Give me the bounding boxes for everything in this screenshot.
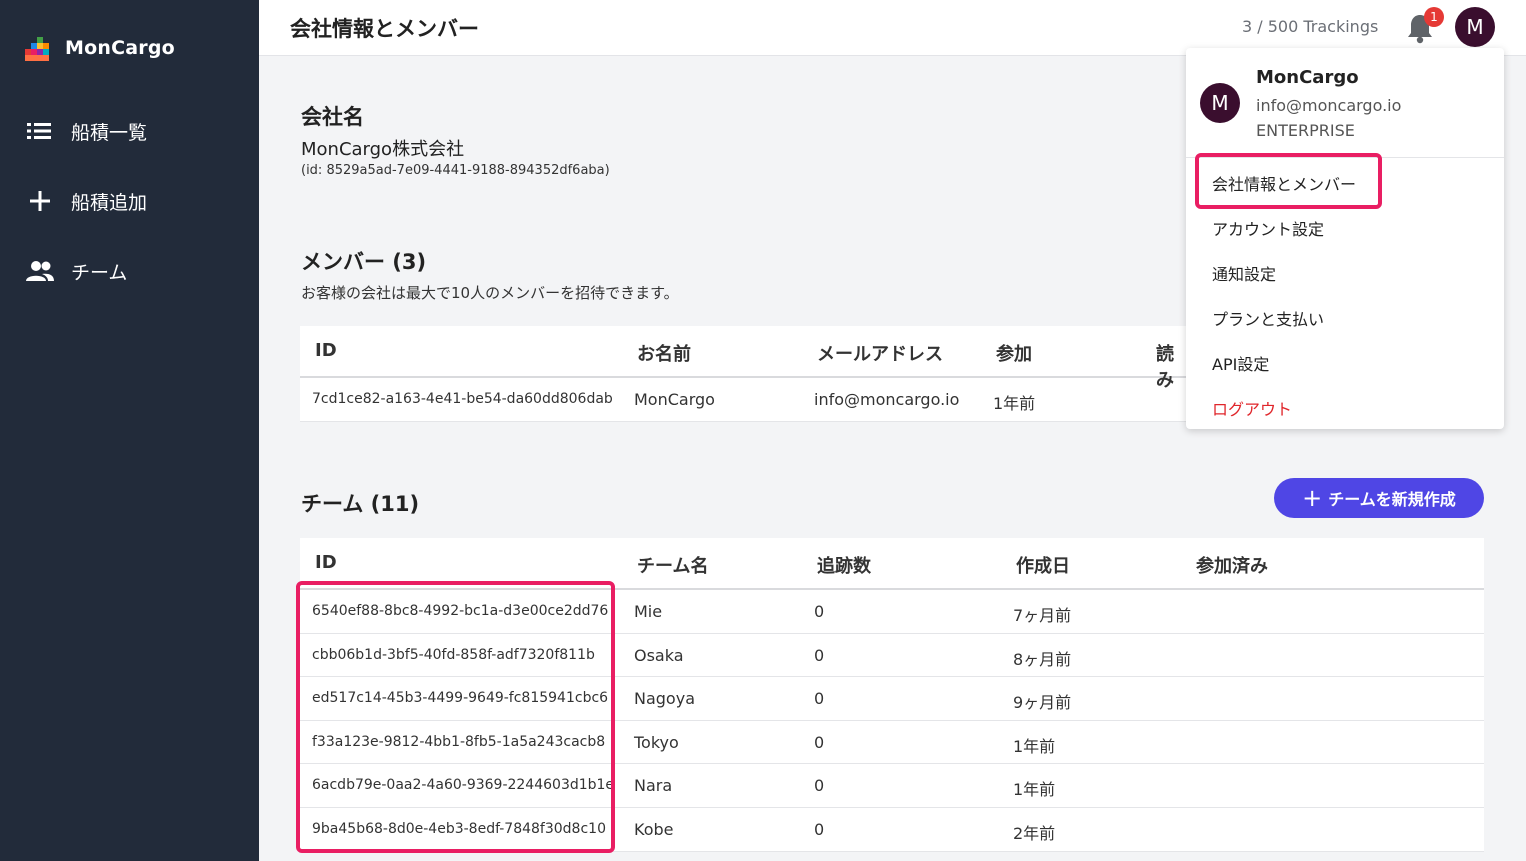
members-description: お客様の会社は最大で10人のメンバーを招待できます。 [301,284,679,302]
page-title: 会社情報とメンバー [290,17,479,41]
team-id: ed517c14-45b3-4499-9649-fc815941cbc6 [312,690,609,707]
table-row[interactable]: 7cd1ce82-a163-4e41-be54-da60dd806dab Mon… [300,378,1190,422]
tracking-usage: 3 / 500 Trackings [1242,17,1379,36]
teams-heading: チーム (11) [301,492,420,516]
plus-icon: + [1302,484,1323,512]
company-id: (id: 8529a5ad-7e09-4441-9188-894352df6ab… [301,163,610,178]
team-created: 7ヶ月前 [1013,606,1072,625]
menu-item-api-settings[interactable]: API設定 [1212,351,1269,375]
team-name: Tokyo [634,732,679,752]
table-row[interactable]: ed517c14-45b3-4499-9649-fc815941cbc6 Nag… [300,677,1484,721]
company-heading: 会社名 [301,105,364,129]
team-created: 1年前 [1013,736,1056,756]
table-header: ID お名前 メールアドレス 参加 読み [300,326,1190,391]
user-avatar-button[interactable]: M [1455,7,1495,47]
team-tracking-count: 0 [814,689,825,709]
company-name: MonCargo株式会社 [301,139,465,160]
column-header: メールアドレス [817,344,943,365]
team-name: Nagoya [634,689,695,709]
menu-divider [1186,157,1504,158]
menu-user-name: MonCargo [1256,67,1359,88]
team-tracking-count: 0 [814,819,825,839]
menu-item-logout[interactable]: ログアウト [1212,396,1292,420]
column-header: お名前 [637,344,691,365]
members-table: ID お名前 メールアドレス 参加 読み 7cd1ce82-a163-4e41-… [300,326,1190,422]
member-email: info@moncargo.io [814,390,960,409]
sidebar-item-label: 船積一覧 [71,121,148,144]
list-icon [25,116,55,146]
team-tracking-count: 0 [814,602,825,621]
team-created: 8ヶ月前 [1013,649,1072,669]
sidebar-item-team[interactable]: チーム [25,256,127,286]
team-tracking-count: 0 [814,645,825,665]
team-id: 6acdb79e-0aa2-4a60-9369-2244603d1b1e [312,777,615,794]
sidebar: MonCargo 船積一覧 船積追加 チーム [0,0,259,861]
new-team-label: チームを新規作成 [1328,490,1456,509]
team-created: 2年前 [1013,823,1056,843]
team-name: Kobe [634,819,674,839]
member-joined: 1年前 [993,394,1036,413]
table-row[interactable]: f33a123e-9812-4bb1-8fb5-1a5a243cacb8 Tok… [300,721,1484,765]
people-icon [25,256,55,286]
team-name: Osaka [634,645,684,665]
new-team-button[interactable]: + チームを新規作成 [1274,478,1484,518]
logo[interactable]: MonCargo [25,35,175,61]
column-header: 追跡数 [817,556,871,577]
column-header: チーム名 [637,556,709,577]
column-header: 作成日 [1016,556,1070,577]
sidebar-item-add-shipment[interactable]: 船積追加 [25,186,147,216]
team-id: 6540ef88-8bc8-4992-bc1a-d3e00ce2dd76 [312,603,609,619]
table-row[interactable]: cbb06b1d-3bf5-40fd-858f-adf7320f811b Osa… [300,634,1484,678]
team-id: f33a123e-9812-4bb1-8fb5-1a5a243cacb8 [312,733,606,750]
team-id: 9ba45b68-8d0e-4eb3-8edf-7848f30d8c10 [312,820,606,837]
menu-user-plan: ENTERPRISE [1256,121,1355,140]
menu-avatar: M [1200,83,1240,123]
column-header: 参加 [996,344,1032,365]
menu-item-notification-settings[interactable]: 通知設定 [1212,261,1276,285]
notification-badge: 1 [1424,7,1444,27]
team-tracking-count: 0 [814,732,825,752]
column-header: 参加済み [1196,556,1268,577]
table-row[interactable]: 6540ef88-8bc8-4992-bc1a-d3e00ce2dd76 Mie… [300,590,1484,634]
sidebar-item-label: 船積追加 [71,191,148,214]
user-menu-dropdown: M MonCargo info@moncargo.io ENTERPRISE 会… [1186,48,1504,429]
menu-item-plan-billing[interactable]: プランと支払い [1212,306,1324,330]
menu-item-account-settings[interactable]: アカウント設定 [1212,216,1324,240]
members-heading: メンバー (3) [301,250,427,274]
table-row[interactable]: 6acdb79e-0aa2-4a60-9369-2244603d1b1e Nar… [300,764,1484,808]
team-created: 9ヶ月前 [1013,693,1072,713]
app-name: MonCargo [65,37,175,59]
team-created: 1年前 [1013,780,1056,800]
menu-user-email: info@moncargo.io [1256,96,1402,115]
column-header: ID [315,552,337,573]
team-id: cbb06b1d-3bf5-40fd-858f-adf7320f811b [312,646,595,663]
table-row[interactable]: 9ba45b68-8d0e-4eb3-8edf-7848f30d8c10 Kob… [300,808,1484,852]
table-header: ID チーム名 追跡数 作成日 参加済み [300,538,1484,590]
plus-icon [25,186,55,216]
menu-item-company-members[interactable]: 会社情報とメンバー [1212,171,1356,195]
team-name: Nara [634,776,673,796]
sidebar-item-label: チーム [71,261,128,284]
team-name: Mie [634,602,663,621]
column-header: ID [315,340,337,361]
member-name: MonCargo [634,390,715,409]
member-id: 7cd1ce82-a163-4e41-be54-da60dd806dab [312,391,613,407]
team-tracking-count: 0 [814,776,825,796]
teams-table: ID チーム名 追跡数 作成日 参加済み 6540ef88-8bc8-4992-… [300,538,1484,852]
sidebar-item-shipments[interactable]: 船積一覧 [25,116,147,146]
moncargo-logo-icon [25,35,51,61]
